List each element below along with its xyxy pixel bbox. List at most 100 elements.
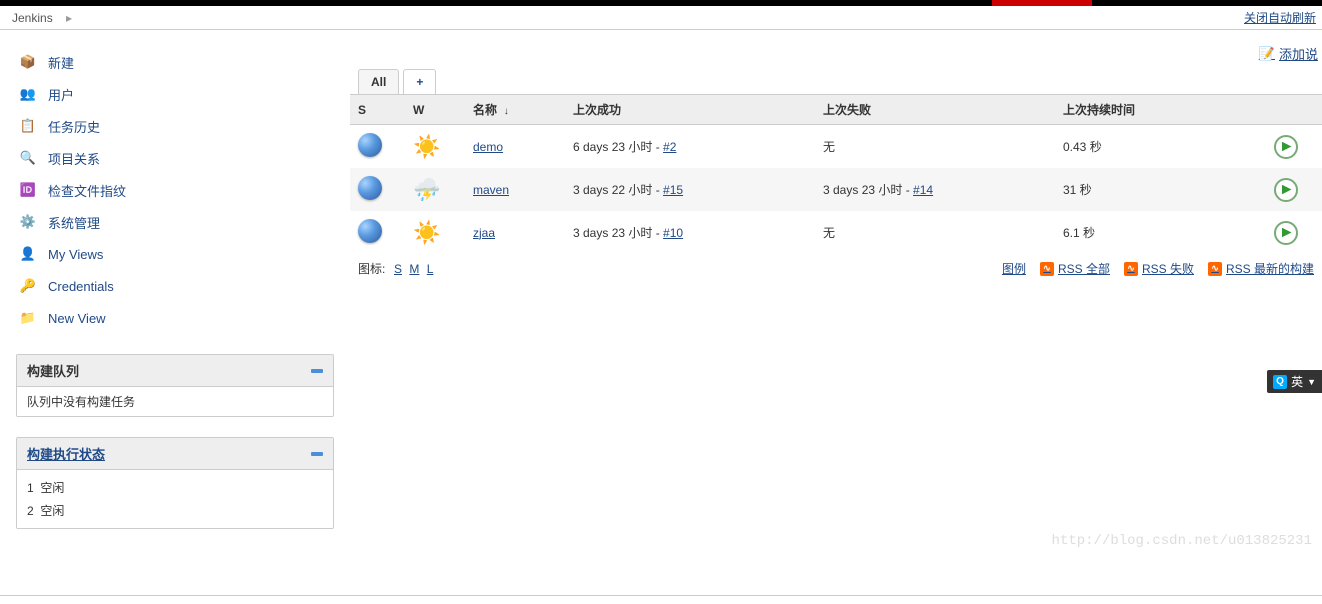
task-myviews[interactable]: 👤My Views bbox=[16, 238, 334, 270]
task-label[interactable]: 任务历史 bbox=[48, 117, 100, 136]
icon-size-label: 图标: bbox=[358, 262, 385, 276]
job-row: ☀️zjaa3 days 23 小时 - #10无6.1 秒 bbox=[350, 211, 1322, 254]
duration-cell: 0.43 秒 bbox=[1055, 125, 1266, 169]
executor-pane: 构建执行状态 1 空闲 2 空闲 bbox=[16, 437, 334, 529]
task-label[interactable]: 新建 bbox=[48, 53, 74, 72]
job-name-link[interactable]: maven bbox=[473, 183, 509, 197]
task-label[interactable]: My Views bbox=[48, 247, 103, 262]
last-success-cell: 3 days 22 小时 - #15 bbox=[565, 168, 815, 211]
job-row: ☀️demo6 days 23 小时 - #2无0.43 秒 bbox=[350, 125, 1322, 169]
weather-icon: ⛈️ bbox=[413, 177, 440, 202]
tab-new-view[interactable]: + bbox=[403, 69, 436, 94]
icon-size-s[interactable]: S bbox=[394, 262, 402, 276]
rss-icon: ∿ bbox=[1208, 262, 1222, 276]
weather-icon: ☀️ bbox=[413, 220, 440, 245]
task-manage[interactable]: ⚙️ 系统管理 bbox=[16, 206, 334, 238]
newfolder-icon: 📁 bbox=[16, 308, 40, 328]
weather-icon: ☀️ bbox=[413, 134, 440, 159]
task-users[interactable]: 👥 用户 bbox=[16, 78, 334, 110]
task-label[interactable]: New View bbox=[48, 311, 106, 326]
rss-latest-link[interactable]: ∿RSS 最新的构建 bbox=[1208, 260, 1314, 277]
jobs-table: S W 名称 ↓ 上次成功 上次失败 上次持续时间 ☀️ demo 6 days 2… bbox=[350, 94, 1322, 254]
auto-refresh-link[interactable]: 关闭自动刷新 bbox=[1244, 9, 1320, 26]
task-history[interactable]: 📋 任务历史 bbox=[16, 110, 334, 142]
users-icon: 👥 bbox=[16, 84, 40, 104]
col-build bbox=[1266, 95, 1322, 125]
executor-row: 2 空闲 bbox=[27, 499, 323, 522]
task-relations[interactable]: 🔍项目关系 bbox=[16, 142, 334, 174]
duration-cell: 31 秒 bbox=[1055, 168, 1266, 211]
build-queue-header: 构建队列 bbox=[17, 355, 333, 387]
build-link[interactable]: #15 bbox=[663, 183, 683, 197]
breadcrumb-separator: ▸ bbox=[66, 11, 72, 25]
page-footer bbox=[0, 595, 1322, 604]
task-fingerprint[interactable]: 🆔 检查文件指纹 bbox=[16, 174, 334, 206]
rss-links: 图例 ∿RSS 全部 ∿RSS 失败 ∿RSS 最新的构建 bbox=[1002, 260, 1314, 277]
job-name-link[interactable]: demo bbox=[473, 140, 503, 154]
status-ball-icon bbox=[358, 219, 382, 243]
main-panel: 📝添加说 All + S W 名称 ↓ 上次成功 上次失败 上次持续时间 ☀️ d… bbox=[350, 30, 1322, 285]
col-weather[interactable]: W bbox=[405, 95, 465, 125]
chevron-down-icon: ▼ bbox=[1307, 377, 1316, 387]
gear-icon: ⚙️ bbox=[16, 212, 40, 232]
edit-icon: 📝 bbox=[1259, 46, 1275, 62]
task-label[interactable]: 检查文件指纹 bbox=[48, 181, 126, 200]
task-label[interactable]: 项目关系 bbox=[48, 149, 100, 168]
executor-body: 1 空闲 2 空闲 bbox=[17, 470, 333, 528]
task-credentials[interactable]: 🔑 Credentials bbox=[16, 270, 334, 302]
fingerprint-icon: 🆔 bbox=[16, 180, 40, 200]
schedule-build-button[interactable] bbox=[1274, 221, 1298, 245]
last-failure-cell: 3 days 23 小时 - #14 bbox=[815, 168, 1055, 211]
task-new[interactable]: 📦 新建 bbox=[16, 46, 334, 78]
status-ball-icon bbox=[358, 176, 382, 200]
table-footer: 图标: S M L 图例 ∿RSS 全部 ∿RSS 失败 ∿RSS 最新的构建 bbox=[350, 254, 1322, 285]
history-icon: 📋 bbox=[16, 116, 40, 136]
ime-logo-icon: Q bbox=[1273, 375, 1287, 389]
schedule-build-button[interactable] bbox=[1274, 178, 1298, 202]
legend-link[interactable]: 图例 bbox=[1002, 260, 1026, 277]
collapse-icon[interactable] bbox=[311, 452, 323, 456]
executor-row: 1 空闲 bbox=[27, 476, 323, 499]
icon-size-picker: 图标: S M L bbox=[358, 260, 435, 277]
status-ball-icon bbox=[358, 133, 382, 157]
collapse-icon[interactable] bbox=[311, 369, 323, 373]
job-row: ⛈️ maven 3 days 22 小时 - #153 days 23 小时 - … bbox=[350, 168, 1322, 211]
breadcrumb-bar: Jenkins ▸ 关闭自动刷新 bbox=[0, 6, 1322, 30]
col-name[interactable]: 名称 ↓ bbox=[465, 95, 565, 125]
build-queue-pane: 构建队列 队列中没有构建任务 bbox=[16, 354, 334, 417]
package-icon: 📦 bbox=[16, 52, 40, 72]
build-link[interactable]: #2 bbox=[663, 140, 676, 154]
icon-size-l[interactable]: L bbox=[427, 262, 434, 276]
col-last-failure[interactable]: 上次失败 bbox=[815, 95, 1055, 125]
task-newview[interactable]: 📁 New View bbox=[16, 302, 334, 334]
breadcrumb-root[interactable]: Jenkins bbox=[2, 11, 63, 25]
top-red-accent bbox=[992, 0, 1092, 6]
build-link[interactable]: #10 bbox=[663, 226, 683, 240]
ime-badge[interactable]: Q英▼ bbox=[1267, 370, 1322, 393]
task-label[interactable]: 系统管理 bbox=[48, 213, 100, 232]
col-last-success[interactable]: 上次成功 bbox=[565, 95, 815, 125]
build-queue-title: 构建队列 bbox=[27, 361, 79, 380]
build-queue-body: 队列中没有构建任务 bbox=[17, 387, 333, 416]
rss-icon: ∿ bbox=[1124, 262, 1138, 276]
col-status[interactable]: S bbox=[350, 95, 405, 125]
tab-all[interactable]: All bbox=[358, 69, 399, 94]
col-last-duration[interactable]: 上次持续时间 bbox=[1055, 95, 1266, 125]
top-black-bar bbox=[0, 0, 1322, 6]
sidebar: 📦 新建 👥 用户 📋 任务历史 🔍项目关系 🆔 检查文件指纹 ⚙️ 系统管理 👤My V… bbox=[0, 30, 350, 565]
task-label[interactable]: Credentials bbox=[48, 279, 114, 294]
schedule-build-button[interactable] bbox=[1274, 135, 1298, 159]
build-link[interactable]: #14 bbox=[913, 183, 933, 197]
rss-all-link[interactable]: ∿RSS 全部 bbox=[1040, 260, 1110, 277]
last-success-cell: 6 days 23 小时 - #2 bbox=[565, 125, 815, 169]
add-description-link[interactable]: 📝添加说 bbox=[1259, 44, 1318, 63]
sort-arrow-icon: ↓ bbox=[504, 106, 509, 117]
job-name-link[interactable]: zjaa bbox=[473, 226, 495, 240]
task-label[interactable]: 用户 bbox=[48, 85, 74, 104]
icon-size-m[interactable]: M bbox=[409, 262, 419, 276]
credentials-icon: 🔑 bbox=[16, 276, 40, 296]
rss-fail-link[interactable]: ∿RSS 失败 bbox=[1124, 260, 1194, 277]
watermark: http://blog.csdn.net/u013825231 bbox=[1052, 533, 1312, 549]
rss-icon: ∿ bbox=[1040, 262, 1054, 276]
executor-title[interactable]: 构建执行状态 bbox=[27, 444, 105, 463]
